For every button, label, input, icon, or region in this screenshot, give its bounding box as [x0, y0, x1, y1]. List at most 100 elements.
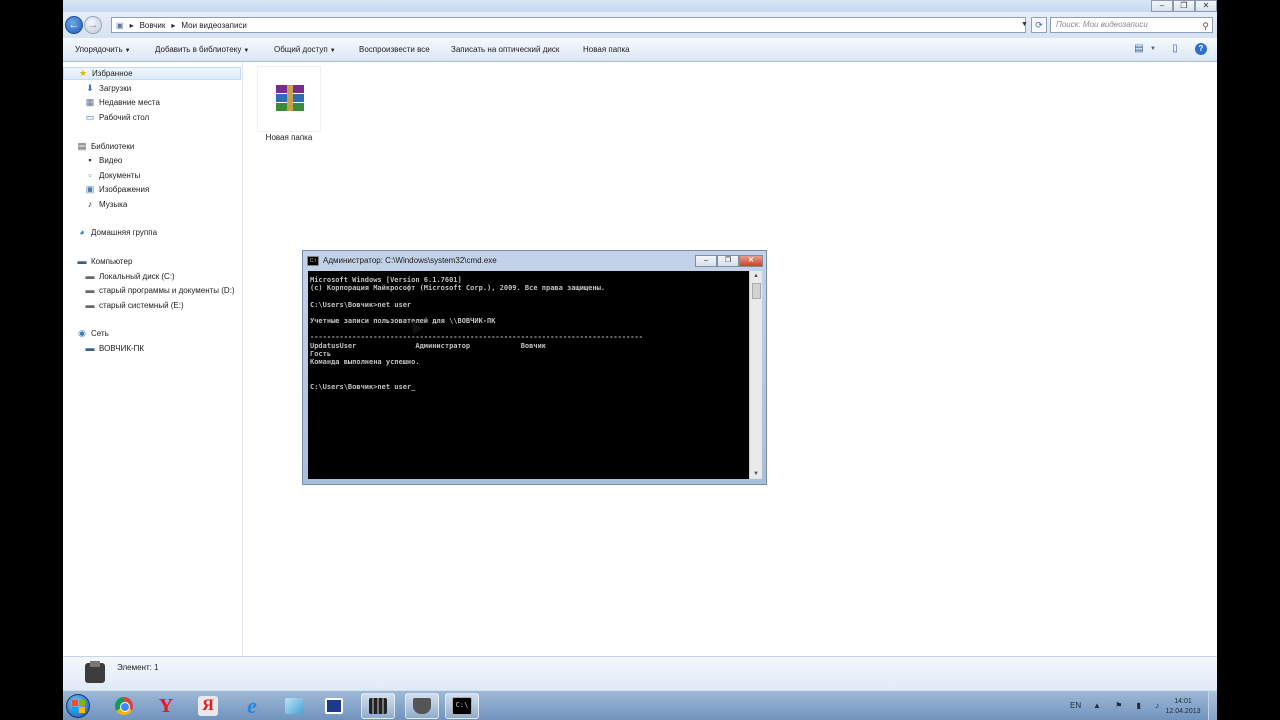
network-icon: ◉ [78, 328, 86, 338]
breadcrumb-item[interactable]: Мои видеозаписи [181, 21, 246, 30]
nav-label: Компьютер [91, 257, 133, 266]
search-input[interactable]: Поиск: Мои видеозаписи ⚲ [1050, 17, 1213, 33]
breadcrumb-item[interactable]: Вовчик [140, 21, 166, 30]
play-all-button[interactable]: Воспроизвести все [359, 45, 430, 54]
address-box[interactable]: ▣ ▸ Вовчик ▸ Мои видеозаписи [111, 17, 1026, 33]
search-icon[interactable]: ⚲ [1202, 19, 1209, 33]
cmd-window[interactable]: C:\ Администратор: C:\Windows\system32\c… [302, 250, 767, 485]
nav-favorites[interactable]: ★ Избранное [63, 67, 241, 80]
help-icon[interactable]: ? [1195, 43, 1207, 55]
chrome-icon[interactable] [107, 693, 141, 719]
share-label: Общий доступ [274, 45, 328, 54]
libraries-icon: ▤ [77, 141, 87, 151]
star-icon: ★ [78, 68, 88, 78]
clock-time: 14:01 [1174, 698, 1192, 705]
cmd-taskbar-icon[interactable]: C:\ [445, 693, 479, 719]
refresh-button[interactable]: ⟳ [1031, 17, 1047, 33]
nav-computer[interactable]: ▬ Компьютер [77, 255, 133, 268]
forward-button[interactable]: → [84, 16, 102, 34]
nav-documents[interactable]: ▫ Документы [85, 169, 140, 182]
virtual-machine-icon[interactable] [317, 693, 351, 719]
breadcrumb-separator-icon: ▸ [129, 20, 134, 30]
nav-network[interactable]: ◉ Сеть [77, 327, 109, 340]
cmd-maximize-button[interactable]: ❐ [717, 255, 739, 267]
yandex-icon[interactable]: Y [149, 693, 183, 719]
nav-label: Видео [99, 156, 123, 165]
nav-network-pc[interactable]: ▬ ВОВЧИК-ПК [85, 342, 145, 355]
nav-desktop[interactable]: ▭ Рабочий стол [85, 111, 149, 124]
taskbar: Y Я e C:\ EN ▲ ⚑ ▮ ♪ 14:01 12.04.2013 [63, 690, 1217, 720]
add-library-label: Добавить в библиотеку [155, 45, 242, 54]
maximize-button[interactable]: ❐ [1173, 0, 1195, 12]
video-camera-icon [85, 661, 105, 683]
burn-button[interactable]: Записать на оптический диск [451, 45, 559, 54]
scroll-thumb[interactable] [752, 283, 761, 299]
nav-label: старый системный (E:) [99, 301, 184, 310]
chevron-down-icon[interactable]: ▼ [1147, 43, 1159, 55]
share-button[interactable]: Общий доступ ▼ [274, 45, 336, 54]
minimize-button[interactable]: – [1151, 0, 1173, 12]
cmd-close-button[interactable]: ✕ [739, 255, 763, 267]
show-desktop-button[interactable] [1208, 691, 1217, 720]
view-options-icon[interactable]: ▤ [1133, 43, 1145, 55]
title-bar [63, 0, 1217, 12]
search-placeholder: Поиск: Мои видеозаписи [1056, 20, 1148, 29]
windows-start-icon[interactable] [66, 694, 90, 718]
nav-video[interactable]: ▪ Видео [85, 154, 122, 167]
archive-icon [276, 85, 304, 111]
organize-button[interactable]: Упорядочить ▼ [75, 45, 131, 54]
nav-label: Музыка [99, 200, 128, 209]
nav-label: Избранное [92, 69, 133, 78]
console-output[interactable]: Microsoft Windows [Version 6.1.7601] (c)… [308, 271, 749, 479]
film-icon[interactable] [361, 693, 395, 719]
cmd-title-bar[interactable]: C:\ Администратор: C:\Windows\system32\c… [307, 254, 497, 268]
file-item[interactable] [257, 66, 321, 132]
chevron-down-icon: ▼ [124, 48, 131, 54]
cmd-minimize-button[interactable]: – [695, 255, 717, 267]
nav-recent[interactable]: ▦ Недавние места [85, 96, 160, 109]
nav-downloads[interactable]: ⬇ Загрузки [85, 82, 131, 95]
file-label[interactable]: Новая папка [247, 133, 331, 142]
documents-icon: ▫ [88, 170, 92, 180]
language-indicator[interactable]: EN [1070, 701, 1081, 710]
status-text: Элемент: 1 [117, 663, 159, 672]
video-icon: ▪ [88, 155, 92, 165]
scroll-down-icon[interactable]: ▼ [750, 469, 762, 479]
notepad-icon[interactable] [277, 693, 311, 719]
clock[interactable]: 14:01 12.04.2013 [1160, 697, 1206, 717]
chevron-down-icon: ▼ [243, 48, 250, 54]
nav-music[interactable]: ♪ Музыка [85, 198, 128, 211]
back-button[interactable]: ← [65, 16, 83, 34]
navigation-pane: ★ Избранное ⬇ Загрузки ▦ Недавние места ▭ Ра… [63, 62, 243, 656]
window-controls: – ❐ ✕ [1151, 0, 1217, 12]
folder-icon: ▣ [116, 20, 124, 30]
nav-drive-e[interactable]: ▬ старый системный (E:) [85, 299, 184, 312]
new-folder-button[interactable]: Новая папка [583, 45, 630, 54]
preview-pane-icon[interactable]: ▯ [1169, 43, 1181, 55]
nav-libraries[interactable]: ▤ Библиотеки [77, 140, 135, 153]
projector-icon[interactable] [405, 693, 439, 719]
nav-label: старый программы и документы (D:) [99, 286, 235, 295]
nav-drive-c[interactable]: ▬ Локальный диск (C:) [85, 270, 175, 283]
music-icon: ♪ [87, 199, 93, 209]
add-to-library-button[interactable]: Добавить в библиотеку ▼ [155, 45, 249, 54]
chevron-down-icon: ▼ [329, 48, 336, 54]
scroll-up-icon[interactable]: ▲ [750, 271, 762, 281]
yandex-browser-icon[interactable]: Я [191, 693, 225, 719]
desktop-icon: ▭ [85, 112, 95, 122]
nav-label: Документы [99, 171, 141, 180]
status-bar: Элемент: 1 [63, 656, 1217, 691]
explorer-window: – ❐ ✕ ← → ▣ ▸ Вовчик ▸ Мои видеозаписи ▼… [63, 0, 1217, 720]
nav-homegroup[interactable]: ◕ Домашняя группа [77, 226, 157, 239]
nav-drive-d[interactable]: ▬ старый программы и документы (D:) [85, 284, 235, 297]
nav-label: ВОВЧИК-ПК [99, 344, 145, 353]
close-button[interactable]: ✕ [1195, 0, 1217, 12]
nav-label: Недавние места [99, 98, 160, 107]
nav-pictures[interactable]: ▣ Изображения [85, 183, 150, 196]
internet-explorer-icon[interactable]: e [235, 693, 269, 719]
cmd-scrollbar[interactable]: ▲ ▼ [749, 271, 762, 479]
computer-icon: ▬ [85, 343, 95, 353]
tray-icons[interactable]: ▲ ⚑ ▮ ♪ [1093, 701, 1165, 710]
address-dropdown-icon[interactable]: ▼ [1021, 17, 1031, 33]
computer-icon: ▬ [77, 256, 87, 266]
